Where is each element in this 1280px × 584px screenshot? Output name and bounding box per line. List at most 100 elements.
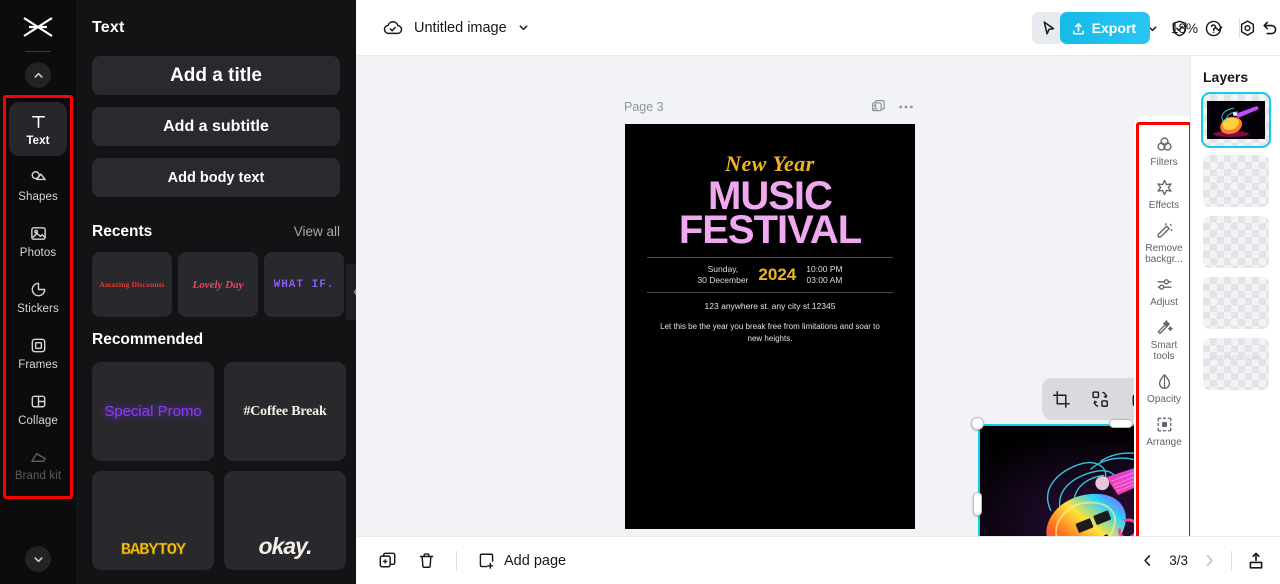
- cloud-saved-icon: [382, 19, 404, 37]
- tool-label: Smart tools: [1150, 340, 1178, 362]
- sidebar-item-collage[interactable]: Collage: [9, 382, 67, 436]
- recommended-heading: Recommended: [92, 331, 204, 348]
- panel-collapse-handle[interactable]: [346, 264, 356, 320]
- add-body-text-button[interactable]: Add body text: [92, 158, 340, 197]
- layer-item-empty-3[interactable]: [1202, 216, 1269, 268]
- settings-gear-icon[interactable]: [1232, 13, 1262, 43]
- replace-swap-icon[interactable]: [1091, 390, 1110, 409]
- recommended-item[interactable]: okay.: [224, 471, 346, 570]
- recents-item[interactable]: Lovely Day: [178, 252, 258, 317]
- sidebar-item-frames[interactable]: Frames: [9, 326, 67, 380]
- bottom-divider: [456, 550, 457, 571]
- poster-design: New Year MUSIC FESTIVAL Sunday, 30 Decem…: [625, 124, 915, 394]
- duplicate-page-button[interactable]: [378, 551, 397, 570]
- shield-check-icon[interactable]: [1164, 13, 1194, 43]
- recents-item-label: WHAT IF.: [273, 278, 335, 291]
- poster-address: 123 anywhere st. any city st 12345: [704, 301, 836, 311]
- add-page-button[interactable]: Add page: [477, 551, 566, 570]
- crop-icon[interactable]: [1052, 390, 1071, 409]
- resize-handle-top-center[interactable]: [1109, 419, 1133, 428]
- recommended-item[interactable]: #Coffee Break: [224, 362, 346, 461]
- panel-title: Text: [92, 19, 125, 36]
- document-info: Untitled image: [356, 19, 530, 37]
- sidebar-item-label: Collage: [18, 414, 58, 427]
- image-tools-strip: Filters Effects Remove backgr... Adjust: [1134, 116, 1194, 536]
- tool-label: Effects: [1148, 200, 1180, 211]
- sidebar-item-label: Photos: [19, 246, 57, 259]
- tool-opacity[interactable]: Opacity: [1139, 368, 1189, 409]
- layer-item-guitar[interactable]: [1200, 92, 1271, 148]
- rail-scroll-down-button[interactable]: [25, 546, 51, 572]
- poster-date: 30 December: [697, 275, 749, 285]
- tool-label: Opacity: [1147, 394, 1181, 405]
- recommended-item-label: Special Promo: [104, 403, 202, 420]
- artboard-page-3[interactable]: New Year MUSIC FESTIVAL Sunday, 30 Decem…: [625, 124, 915, 529]
- upload-icon: [1071, 21, 1086, 36]
- resize-handle-middle-left[interactable]: [973, 492, 982, 516]
- more-horizontal-icon[interactable]: [898, 104, 914, 110]
- recents-item-label: Lovely Day: [192, 278, 244, 291]
- sidebar-item-shapes[interactable]: Shapes: [9, 158, 67, 212]
- layer-item-empty-4[interactable]: [1202, 277, 1269, 329]
- recents-item-label: Amazing Discounts: [99, 280, 165, 289]
- export-button[interactable]: Export: [1059, 12, 1150, 44]
- sidebar-item-brand-kit[interactable]: Brand kit: [9, 438, 67, 492]
- export-tray-icon[interactable]: [1246, 551, 1266, 571]
- tool-label: Adjust: [1150, 297, 1178, 308]
- poster-date-block: Sunday, 30 December: [697, 264, 748, 286]
- tool-effects[interactable]: Effects: [1139, 174, 1189, 215]
- trash-icon[interactable]: [417, 551, 436, 570]
- chevron-down-icon[interactable]: [517, 21, 530, 34]
- document-title[interactable]: Untitled image: [414, 20, 507, 36]
- add-title-button[interactable]: Add a title: [92, 56, 340, 95]
- sidebar-item-label: Frames: [18, 358, 58, 371]
- layer-ghost-text: 10:00 PM 03:00 AM: [1208, 356, 1262, 362]
- add-subtitle-button[interactable]: Add a subtitle: [92, 107, 340, 146]
- recommended-item[interactable]: BABYTOY: [92, 471, 214, 570]
- next-page-button[interactable]: [1202, 553, 1217, 568]
- recommended-item-label: okay.: [258, 533, 313, 559]
- tool-arrange[interactable]: Arrange: [1139, 411, 1189, 452]
- left-tool-rail: Text Shapes Photos Stickers Frames Colla…: [0, 0, 76, 584]
- layers-panel: Layers 10:00 PM 03:00 AM: [1190, 56, 1280, 536]
- prev-page-button[interactable]: [1140, 553, 1155, 568]
- sidebar-item-label: Shapes: [18, 190, 58, 203]
- add-page-label: Add page: [504, 552, 567, 569]
- rail-divider: [25, 51, 51, 52]
- tool-label: Arrange: [1146, 437, 1182, 448]
- sidebar-item-label: Brand kit: [14, 469, 62, 482]
- bottom-divider-right: [1231, 550, 1232, 571]
- recommended-header: Recommended: [76, 317, 356, 349]
- recents-row: Amazing Discounts Lovely Day WHAT IF.: [76, 241, 356, 317]
- tool-adjust[interactable]: Adjust: [1139, 271, 1189, 312]
- layer-item-empty-2[interactable]: [1202, 155, 1269, 207]
- text-panel: Text Add a title Add a subtitle Add body…: [76, 0, 356, 584]
- canvas-area[interactable]: Page 3 New Year MUSIC FESTIVAL Sunday, 3…: [356, 56, 1280, 536]
- rail-items-highlight-box: Text Shapes Photos Stickers Frames Colla…: [3, 95, 73, 499]
- sidebar-item-stickers[interactable]: Stickers: [9, 270, 67, 324]
- poster-event-details: Sunday, 30 December 2024 10:00 PM 03:00 …: [625, 264, 915, 286]
- sidebar-item-text[interactable]: Text: [9, 102, 67, 156]
- tool-remove-background[interactable]: Remove backgr...: [1139, 217, 1189, 269]
- recommended-item[interactable]: Special Promo: [92, 362, 214, 461]
- main-area: Untitled image 18% Export Page 3 New Yea…: [356, 0, 1280, 584]
- duplicate-page-icon[interactable]: [871, 99, 886, 114]
- bottom-toolbar: Add page 3/3: [356, 536, 1280, 584]
- tool-label: Filters: [1150, 157, 1178, 168]
- recents-item[interactable]: Amazing Discounts: [92, 252, 172, 317]
- layer-item-empty-5[interactable]: 10:00 PM 03:00 AM: [1202, 338, 1269, 390]
- sidebar-item-photos[interactable]: Photos: [9, 214, 67, 268]
- poster-year: 2024: [758, 265, 797, 284]
- rail-scroll-up-button[interactable]: [25, 62, 51, 88]
- tool-smart-tools[interactable]: Smart tools: [1139, 314, 1189, 366]
- help-circle-icon[interactable]: [1198, 13, 1228, 43]
- resize-handle-top-left[interactable]: [971, 417, 984, 430]
- tool-filters[interactable]: Filters: [1139, 131, 1189, 172]
- sidebar-item-label: Stickers: [17, 302, 59, 315]
- recents-item[interactable]: WHAT IF.: [264, 252, 344, 317]
- poster-time-start: 10:00 PM: [806, 264, 843, 274]
- add-page-icon: [477, 551, 496, 570]
- recents-view-all-link[interactable]: View all: [294, 224, 340, 239]
- poster-time-block: 10:00 PM 03:00 AM: [806, 264, 842, 286]
- top-toolbar: Untitled image 18% Export: [356, 0, 1280, 56]
